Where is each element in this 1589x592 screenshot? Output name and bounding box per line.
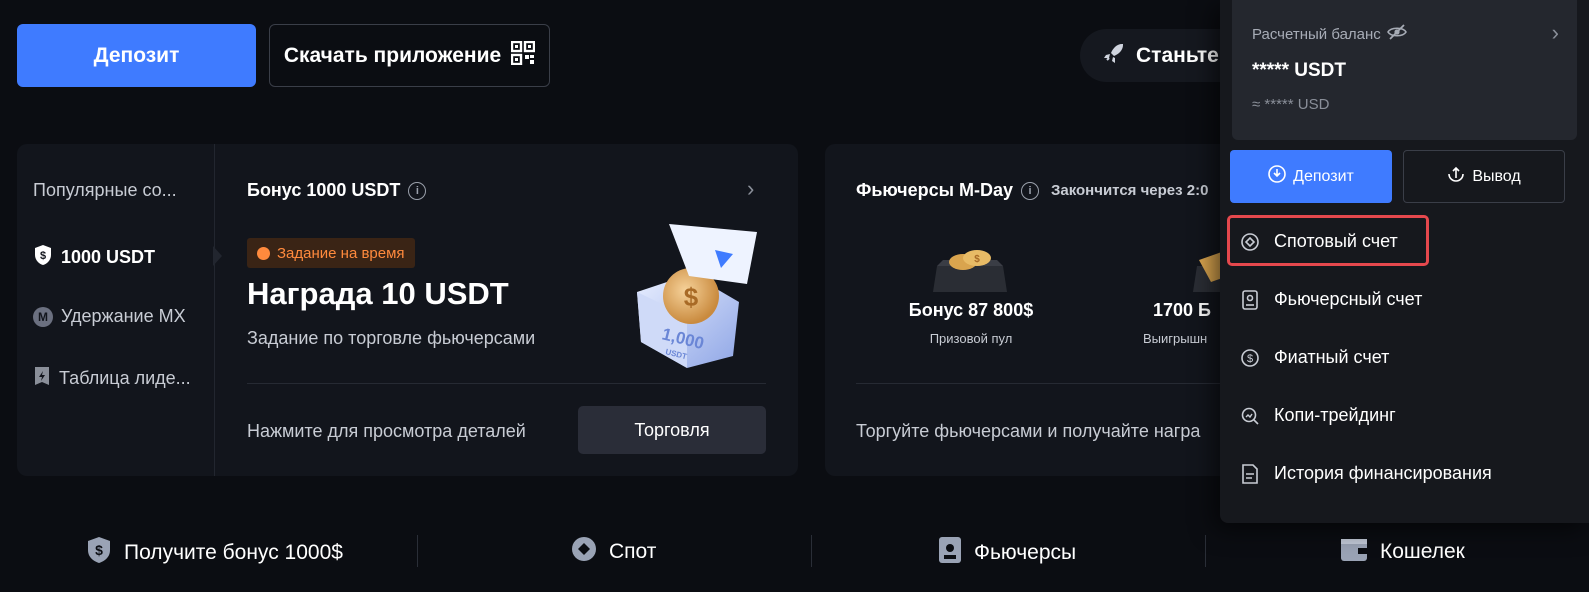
- coin-stack-illustration: $: [933, 244, 1009, 299]
- bonus-shield-icon: $: [86, 536, 112, 570]
- rocket-icon: [1102, 41, 1126, 71]
- copy-trading-icon: [1240, 406, 1260, 426]
- eye-hidden-icon[interactable]: [1386, 24, 1407, 44]
- reward-title: Награда 10 USDT: [247, 276, 509, 311]
- svg-text:$: $: [1247, 353, 1253, 365]
- estimated-balance-text: Расчетный баланс: [1252, 25, 1381, 43]
- upload-icon: [1447, 165, 1465, 188]
- bottom-nav-label: Получите бонус 1000$: [124, 541, 343, 564]
- leaderboard-icon: [33, 366, 51, 391]
- estimated-balance-box[interactable]: Расчетный баланс ***** USDT ≈ ***** USD …: [1232, 0, 1577, 140]
- svg-text:$: $: [40, 250, 46, 262]
- card-divider: [247, 383, 766, 384]
- promo-sidebar-title: Популярные со...: [33, 180, 177, 200]
- sidebar-item-1000-usdt[interactable]: $ 1000 USDT: [33, 244, 155, 271]
- qr-code-icon: [510, 40, 536, 71]
- menu-item-futures-account[interactable]: Фьючерсный счет: [1240, 289, 1422, 310]
- svg-text:$: $: [974, 254, 980, 265]
- menu-item-label: История финансирования: [1274, 463, 1492, 483]
- spot-account-icon: [1240, 232, 1260, 252]
- fiat-dollar-icon: $: [1240, 348, 1260, 368]
- menu-item-label: Спотовый счет: [1274, 231, 1398, 251]
- ends-in-label: Закончится через 2:0: [1050, 182, 1209, 199]
- futures-mday-title-text: Фьючерсы M-Day: [856, 180, 1013, 200]
- sidebar-item-label: Удержание MX: [61, 306, 186, 326]
- menu-item-copy-trading[interactable]: Копи-трейдинг: [1240, 405, 1396, 426]
- trade-button[interactable]: Торговля: [578, 406, 766, 454]
- trade-button-label: Торговля: [634, 419, 710, 440]
- download-app-button[interactable]: Скачать приложение: [269, 24, 550, 87]
- futures-mday-title: Фьючерсы M-Day i Закончится через 2:0: [856, 180, 1208, 201]
- clock-icon: [257, 246, 270, 260]
- deposit-button[interactable]: Депозит: [17, 24, 256, 87]
- sidebar-item-mx-holding[interactable]: M Удержание MX: [33, 306, 186, 327]
- bottom-nav-label: Фьючерсы: [974, 541, 1077, 564]
- svg-text:$: $: [684, 282, 699, 312]
- balance-dropdown: Расчетный баланс ***** USDT ≈ ***** USD …: [1220, 0, 1589, 523]
- winners-label: Выигрышн: [1143, 331, 1208, 346]
- mx-coin-icon: M: [33, 306, 53, 327]
- promo-card: Популярные со... $ 1000 USDT M Удержание…: [17, 144, 798, 476]
- bonus-title-text: Бонус 1000 USDT: [247, 180, 401, 200]
- futures-account-icon: [1240, 289, 1260, 310]
- timed-task-label: Задание на время: [277, 244, 405, 262]
- winners-value: 1700 Б: [1153, 300, 1211, 320]
- menu-item-spot-account[interactable]: Спотовый счет: [1240, 231, 1398, 252]
- balance-usd: ≈ ***** USD: [1252, 96, 1330, 113]
- bottom-separator: [811, 535, 812, 567]
- menu-item-label: Фьючерсный счет: [1274, 289, 1423, 309]
- become-label: Станьте: [1136, 43, 1219, 67]
- gift-box-illustration: $ 1,000 USDT: [629, 224, 759, 374]
- promo-sidebar: Популярные со... $ 1000 USDT M Удержание…: [17, 144, 215, 476]
- sidebar-item-leaderboard[interactable]: Таблица лиде...: [33, 366, 191, 391]
- bottom-nav-bonus[interactable]: $ Получите бонус 1000$: [86, 536, 343, 570]
- chevron-right-icon[interactable]: ›: [1552, 20, 1559, 46]
- info-icon[interactable]: i: [1020, 181, 1039, 200]
- download-app-label: Скачать приложение: [283, 43, 502, 67]
- timed-task-badge: Задание на время: [247, 238, 415, 268]
- panel-deposit-button[interactable]: Депозит: [1230, 150, 1392, 203]
- panel-withdraw-label: Вывод: [1472, 167, 1521, 185]
- menu-item-label: Копи-трейдинг: [1274, 405, 1396, 425]
- futures-mday-card: Фьючерсы M-Day i Закончится через 2:0 $ …: [825, 144, 1245, 476]
- panel-deposit-label: Депозит: [1293, 167, 1354, 185]
- chevron-right-icon[interactable]: ›: [747, 176, 754, 202]
- sidebar-pointer: [213, 246, 222, 266]
- bottom-nav-spot[interactable]: Спот: [571, 536, 656, 568]
- info-icon[interactable]: i: [408, 181, 427, 200]
- history-document-icon: [1240, 463, 1260, 484]
- sidebar-item-label: Таблица лиде...: [59, 368, 191, 388]
- reward-subtitle: Задание по торговле фьючерсами: [247, 328, 536, 348]
- futures-icon: [938, 536, 962, 570]
- bottom-nav-label: Спот: [609, 540, 657, 563]
- bottom-nav-wallet[interactable]: Кошелек: [1340, 536, 1465, 568]
- menu-item-fiat-account[interactable]: $ Фиатный счет: [1240, 347, 1389, 368]
- bottom-nav-futures[interactable]: Фьючерсы: [938, 536, 1076, 570]
- bottom-nav-label: Кошелек: [1380, 540, 1465, 563]
- wallet-icon: [1340, 536, 1368, 568]
- futures-hint[interactable]: Торгуйте фьючерсами и получайте награ: [856, 421, 1200, 442]
- prize-pool-label: Призовой пул: [929, 331, 1013, 346]
- prize-pool-value: Бонус 87 800$: [908, 300, 1034, 320]
- panel-withdraw-button[interactable]: Вывод: [1403, 150, 1565, 203]
- estimated-balance-label: Расчетный баланс: [1252, 24, 1407, 44]
- menu-item-funding-history[interactable]: История финансирования: [1240, 463, 1492, 484]
- deposit-button-label: Депозит: [93, 43, 180, 67]
- bottom-separator: [417, 535, 418, 567]
- spot-diamond-icon: [571, 536, 597, 568]
- card-divider: [856, 383, 1245, 384]
- details-hint[interactable]: Нажмите для просмотра деталей: [247, 421, 526, 442]
- usdt-shield-icon: $: [33, 244, 53, 271]
- svg-text:$: $: [95, 542, 103, 558]
- menu-item-label: Фиатный счет: [1274, 347, 1390, 367]
- bottom-separator: [1205, 535, 1206, 567]
- download-icon: [1268, 165, 1286, 188]
- balance-amount: ***** USDT: [1252, 60, 1346, 81]
- sidebar-item-label: 1000 USDT: [61, 247, 156, 267]
- bonus-title: Бонус 1000 USDT i: [247, 180, 427, 201]
